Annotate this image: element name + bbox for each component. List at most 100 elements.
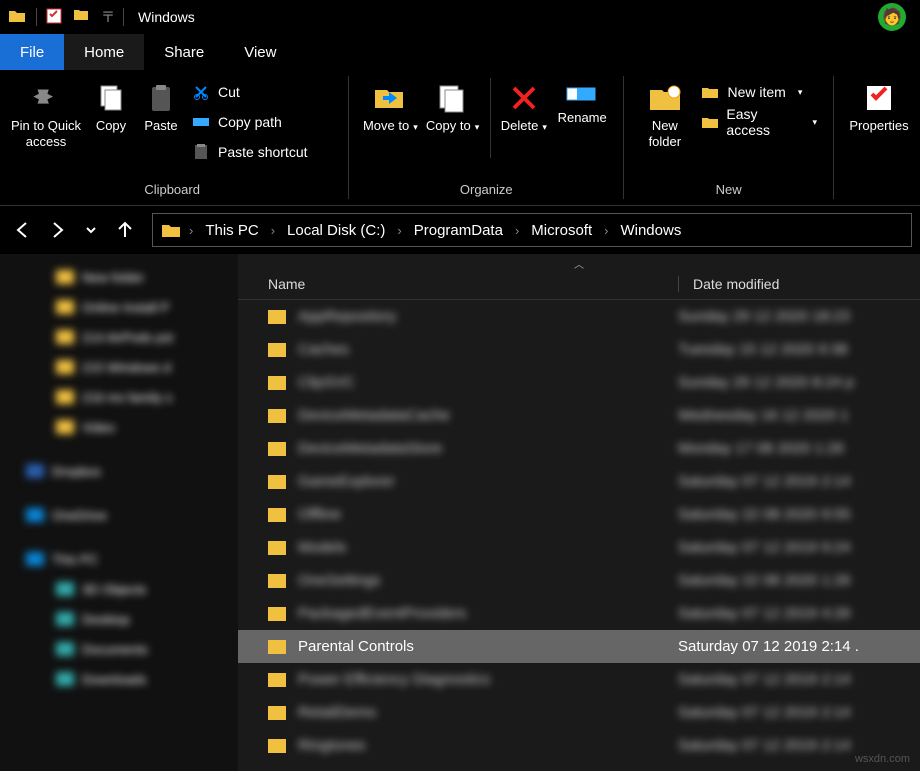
rename-button[interactable]: Rename — [551, 78, 613, 130]
file-date: Saturday 22 08 2020 1:26 — [678, 572, 851, 589]
new-folder-button[interactable]: New folder — [634, 78, 695, 153]
folder-small-icon[interactable] — [73, 7, 93, 27]
sidebar-item[interactable]: Downloads — [0, 664, 238, 694]
folder-icon — [268, 607, 286, 621]
file-date: Sunday 29 12 2020 18:23 — [678, 308, 850, 325]
paste-button[interactable]: Paste — [136, 78, 186, 138]
chevron-right-icon[interactable]: › — [602, 223, 610, 238]
table-row[interactable]: AppRepositorySunday 29 12 2020 18:23 — [238, 300, 920, 333]
pin-button[interactable]: Pin to Quick access — [6, 78, 86, 153]
copy-button[interactable]: Copy — [86, 78, 136, 138]
sidebar-item[interactable]: New folder — [0, 262, 238, 292]
table-row[interactable]: Parental ControlsSaturday 07 12 2019 2:1… — [238, 630, 920, 663]
file-date: Saturday 07 12 2019 2:14 — [678, 704, 851, 721]
easy-access-button[interactable]: Easy access▾ — [701, 110, 817, 134]
recent-dropdown[interactable] — [76, 215, 106, 245]
tab-share[interactable]: Share — [144, 34, 224, 70]
tab-home[interactable]: Home — [64, 34, 144, 70]
paste-shortcut-button[interactable]: Paste shortcut — [192, 140, 308, 164]
table-row[interactable]: ModelsSaturday 07 12 2019 9:24 — [238, 531, 920, 564]
crumb-windows[interactable]: Windows — [610, 222, 691, 239]
tab-view[interactable]: View — [224, 34, 296, 70]
table-row[interactable]: GameExplorerSaturday 07 12 2019 2:14 — [238, 465, 920, 498]
file-name: PackagedEventProviders — [298, 605, 678, 622]
chevron-right-icon[interactable]: › — [187, 223, 195, 238]
table-row[interactable]: CachesTuesday 15 12 2020 9:38 — [238, 333, 920, 366]
table-row[interactable]: PackagedEventProvidersSaturday 07 12 201… — [238, 597, 920, 630]
folder-icon — [268, 541, 286, 555]
table-row[interactable]: DeviceMetadataCacheWednesday 16 12 2020 … — [238, 399, 920, 432]
folder-icon — [268, 739, 286, 753]
file-name: Offline — [298, 506, 678, 523]
new-item-button[interactable]: New item▾ — [701, 80, 817, 104]
sidebar-item[interactable]: 215 Windows d — [0, 352, 238, 382]
cut-button[interactable]: Cut — [192, 80, 308, 104]
copy-to-button[interactable]: Copy to▾ — [421, 78, 483, 138]
table-row[interactable]: Power Efficiency DiagnosticsSaturday 07 … — [238, 663, 920, 696]
sidebar-item[interactable]: 216 ms family s — [0, 382, 238, 412]
column-date[interactable]: Date modified — [678, 276, 779, 292]
title-bar: 〒 Windows 🧑 — [0, 0, 920, 34]
file-name: Models — [298, 539, 678, 556]
file-name: Caches — [298, 341, 678, 358]
file-date: Saturday 07 12 2019 2:14 — [678, 737, 851, 754]
file-date: Saturday 07 12 2019 4:26 — [678, 605, 851, 622]
user-avatar[interactable]: 🧑 — [878, 3, 906, 31]
file-name: GameExplorer — [298, 473, 678, 490]
qat-dropdown[interactable]: 〒 — [101, 7, 115, 27]
folder-icon — [268, 673, 286, 687]
crumb-microsoft[interactable]: Microsoft — [521, 222, 602, 239]
sidebar-item[interactable]: Documents — [0, 634, 238, 664]
collapse-icon[interactable]: ︿ — [574, 256, 584, 271]
file-date: Saturday 22 08 2020 9:55 — [678, 506, 851, 523]
table-row[interactable]: OfflineSaturday 22 08 2020 9:55 — [238, 498, 920, 531]
column-name[interactable]: Name — [268, 276, 678, 292]
table-row[interactable]: RingtonesSaturday 07 12 2019 2:14 — [238, 729, 920, 762]
file-date: Saturday 07 12 2019 2:14 — [678, 473, 851, 490]
file-name: DeviceMetadataCache — [298, 407, 678, 424]
folder-icon — [268, 640, 286, 654]
crumb-local-disk[interactable]: Local Disk (C:) — [277, 222, 395, 239]
sidebar-item[interactable]: Online Install P — [0, 292, 238, 322]
file-name: Ringtones — [298, 737, 678, 754]
chevron-right-icon[interactable]: › — [513, 223, 521, 238]
move-to-button[interactable]: Move to▾ — [359, 78, 421, 138]
ribbon: Pin to Quick access Copy Paste Cut Copy … — [0, 70, 920, 206]
delete-button[interactable]: Delete▾ — [497, 78, 551, 138]
chevron-right-icon[interactable]: › — [269, 223, 277, 238]
table-row[interactable]: ClipSVCSunday 29 12 2020 8:24 p — [238, 366, 920, 399]
file-name: RetailDemo — [298, 704, 678, 721]
sidebar-item[interactable]: 3D Objects — [0, 574, 238, 604]
file-date: Monday 17 08 2020 1:26 — [678, 440, 844, 457]
table-row[interactable]: RetailDemoSaturday 07 12 2019 2:14 — [238, 696, 920, 729]
sidebar-item[interactable]: Dropbox — [0, 456, 238, 486]
folder-icon — [153, 222, 187, 238]
file-name: DeviceMetadataStore — [298, 440, 678, 457]
properties-icon[interactable] — [45, 7, 65, 27]
sidebar-item[interactable]: 214 AirPods pst — [0, 322, 238, 352]
file-name: AppRepository — [298, 308, 678, 325]
folder-icon — [268, 409, 286, 423]
copy-path-button[interactable]: Copy path — [192, 110, 308, 134]
sidebar-item[interactable]: Desktop — [0, 604, 238, 634]
column-headers: Name Date modified — [238, 268, 920, 300]
file-date: Wednesday 16 12 2020 1 — [678, 407, 849, 424]
sidebar-item[interactable]: OneDrive — [0, 500, 238, 530]
group-clipboard: Clipboard — [0, 180, 344, 201]
crumb-this-pc[interactable]: This PC — [195, 222, 268, 239]
folder-icon — [268, 310, 286, 324]
table-row[interactable]: DeviceMetadataStoreMonday 17 08 2020 1:2… — [238, 432, 920, 465]
folder-icon — [268, 343, 286, 357]
crumb-programdata[interactable]: ProgramData — [404, 222, 513, 239]
forward-button[interactable] — [42, 215, 72, 245]
chevron-right-icon[interactable]: › — [395, 223, 403, 238]
sidebar-item[interactable]: This PC — [0, 544, 238, 574]
folder-icon — [8, 7, 28, 27]
back-button[interactable] — [8, 215, 38, 245]
up-button[interactable] — [110, 215, 140, 245]
table-row[interactable]: OneSettingsSaturday 22 08 2020 1:26 — [238, 564, 920, 597]
properties-button[interactable]: Properties — [844, 78, 914, 138]
tab-file[interactable]: File — [0, 34, 64, 70]
sidebar-item[interactable]: Video — [0, 412, 238, 442]
breadcrumb[interactable]: › This PC › Local Disk (C:) › ProgramDat… — [152, 213, 912, 247]
